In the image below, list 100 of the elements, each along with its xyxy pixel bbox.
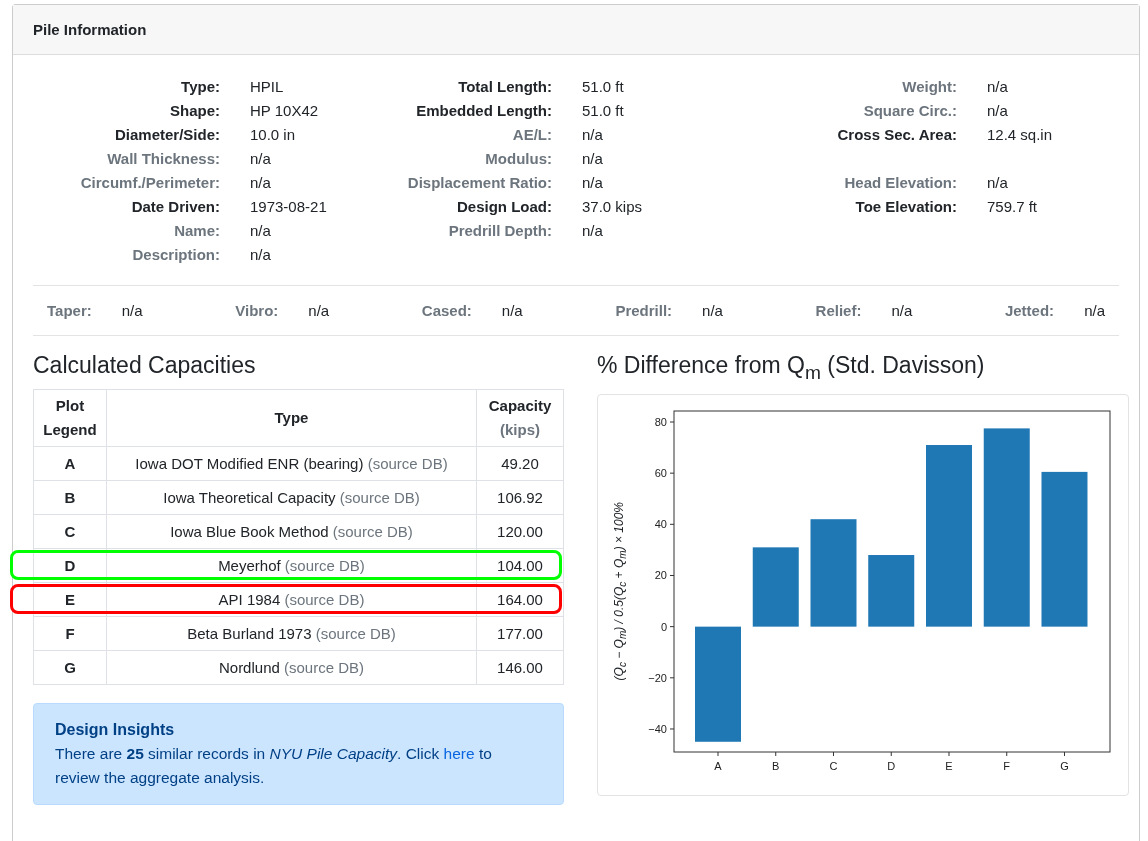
field-value: 759.7 ft [987, 197, 1039, 217]
y-tick-label: 0 [660, 620, 667, 633]
x-tick: G [1060, 751, 1069, 772]
table-cell: C [33, 514, 107, 549]
field-label: Circumf./Perimeter: [79, 173, 220, 193]
insights-title: Design Insights [55, 720, 176, 740]
field-value: n/a [987, 77, 1009, 97]
flag-value: n/a [702, 302, 723, 319]
flag-label: Predrill: [615, 302, 673, 319]
y-tick: 40 [654, 517, 675, 530]
flag-value: n/a [121, 302, 143, 319]
field-label: Embedded Length: [415, 101, 552, 121]
field-label: Displacement Ratio: [406, 173, 552, 193]
x-tick: F [1003, 751, 1011, 772]
y-tick-label: −40 [648, 722, 667, 735]
field-label: Weight: [901, 77, 957, 97]
flag-label: Taper: [47, 302, 92, 319]
here-link[interactable]: here [443, 745, 475, 762]
y-tick: −40 [648, 722, 675, 735]
field-label: Cross Sec. Area: [836, 125, 957, 145]
y-tick-label: 40 [654, 517, 667, 530]
field-label: Head Elevation: [843, 173, 957, 193]
field-value: n/a [250, 173, 272, 193]
table-cell: 177.00 [476, 616, 564, 651]
flag-label: Vibro: [235, 302, 279, 319]
y-tick-label: 80 [654, 415, 667, 428]
flag-label: Cased: [421, 302, 472, 319]
table-cell: D [33, 548, 107, 583]
table-cell: Iowa Blue Book Method (source DB) [106, 514, 477, 549]
table-cell: Iowa Theoretical Capacity (source DB) [106, 480, 477, 515]
table-cell: E [33, 582, 107, 617]
flag-value: n/a [891, 302, 913, 319]
chart-heading: % Difference from Q$_{m}$ (Std. Davisson) [597, 352, 986, 384]
table-cell: 146.00 [476, 650, 564, 685]
field-value: n/a [582, 221, 604, 241]
x-tick-label: B [772, 759, 780, 772]
field-value: n/a [250, 245, 272, 265]
x-tick: C [829, 751, 838, 772]
field-label: AE/L: [511, 125, 552, 145]
y-tick: 60 [654, 466, 675, 479]
x-tick-label: E [945, 759, 953, 772]
field-value: n/a [582, 125, 604, 145]
column-header: Type [106, 389, 477, 447]
insights-text: There are 25 similar records in NYU Pile Capacity. Click here to review the aggregate analysis. [55, 745, 492, 786]
field-label: Date Driven: [130, 197, 220, 217]
field-value: n/a [582, 173, 604, 193]
flag-value: n/a [501, 302, 523, 319]
x-tick-label: G [1060, 759, 1069, 772]
field-label: Shape: [169, 101, 220, 121]
field-label: Toe Elevation: [854, 197, 957, 217]
table-cell: F [33, 616, 107, 651]
x-tick-label: C [829, 759, 838, 772]
y-tick-label: 60 [654, 466, 667, 479]
table-cell: 49.20 [476, 446, 564, 481]
table-cell: B [33, 480, 107, 515]
field-value: n/a [987, 101, 1009, 121]
table-cell: 120.00 [476, 514, 564, 549]
x-tick: A [714, 751, 722, 772]
table-cell: 106.92 [476, 480, 564, 515]
y-tick-label: 20 [654, 569, 667, 582]
field-label: Total Length: [457, 77, 552, 97]
field-label: Name: [173, 221, 220, 241]
y-tick: 0 [660, 620, 675, 633]
field-value: 51.0 ft [582, 77, 625, 97]
y-tick: 20 [654, 569, 675, 582]
field-value: n/a [582, 149, 604, 169]
x-tick: E [945, 751, 953, 772]
x-tick-label: F [1003, 759, 1011, 772]
section-heading: Calculated Capacities [33, 352, 257, 379]
x-tick: B [772, 751, 780, 772]
flag-value: n/a [308, 302, 330, 319]
x-tick: D [887, 751, 896, 772]
field-value: HP 10X42 [250, 101, 320, 121]
card-title: Pile Information [13, 5, 1139, 55]
x-tick-label: D [887, 759, 896, 772]
field-value: 37.0 kips [582, 197, 644, 217]
field-label: Modulus: [484, 149, 552, 169]
field-label: Type: [180, 77, 220, 97]
flag-label: Jetted: [1004, 302, 1055, 319]
column-header: Capacity (kips) [476, 389, 564, 447]
y-tick: 80 [654, 415, 675, 428]
table-cell: Iowa DOT Modified ENR (bearing) (source DB) [106, 446, 477, 481]
field-label: Description: [131, 245, 220, 265]
flag-value: n/a [1084, 302, 1105, 319]
field-value: n/a [987, 173, 1009, 193]
field-label: Wall Thickness: [106, 149, 220, 169]
field-value: 1973-08-21 [250, 197, 328, 217]
table-cell: A [33, 446, 107, 481]
table-cell: Meyerhof (source DB) [106, 548, 477, 583]
table-cell: G [33, 650, 107, 685]
field-value: n/a [250, 221, 272, 241]
field-value: n/a [250, 149, 272, 169]
field-label: Diameter/Side: [113, 125, 220, 145]
table-cell: Nordlund (source DB) [106, 650, 477, 685]
field-label: Design Load: [456, 197, 552, 217]
table-cell: API 1984 (source DB) [106, 582, 477, 617]
x-tick-label: A [714, 759, 723, 772]
y-tick-label: −20 [648, 671, 667, 684]
field-label: Square Circ.: [862, 101, 957, 121]
y-tick: −20 [648, 671, 675, 684]
